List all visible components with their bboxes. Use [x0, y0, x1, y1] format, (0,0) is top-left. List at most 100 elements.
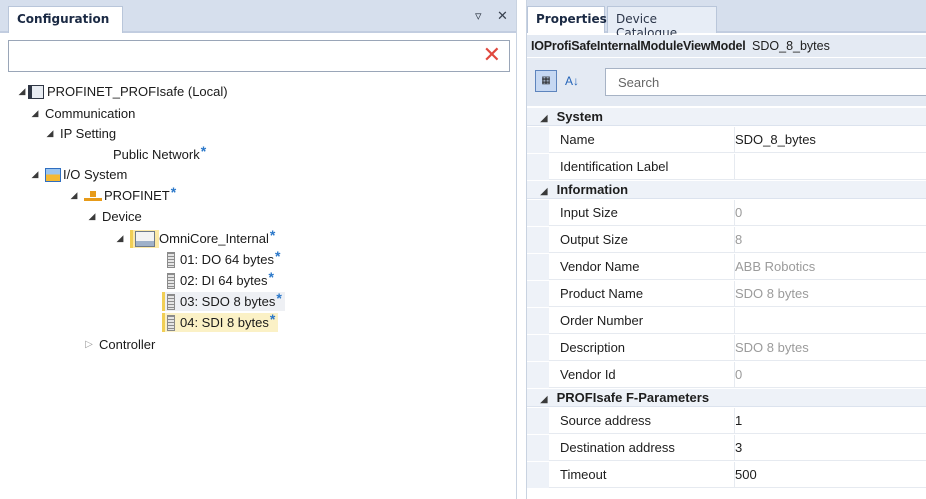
- tree-node-communication[interactable]: ◢ Communication: [29, 104, 136, 123]
- tree-node-label: PROFINET: [104, 188, 170, 203]
- pane-menu-icon[interactable]: ▿: [475, 9, 482, 24]
- close-icon[interactable]: ✕: [497, 9, 508, 24]
- property-value[interactable]: 3: [734, 435, 926, 461]
- tree-node-label: Device: [102, 209, 142, 224]
- profinet-network-icon: [84, 190, 102, 201]
- property-search-box: [605, 68, 926, 96]
- tree-node-station[interactable]: ◢ PROFINET_PROFIsafe (Local): [16, 82, 228, 101]
- collapse-icon[interactable]: ◢: [29, 104, 41, 123]
- property-name: Description: [560, 340, 626, 355]
- collapse-icon[interactable]: ◢: [535, 182, 553, 200]
- modified-star: *: [268, 269, 274, 285]
- property-row-destination-address[interactable]: Destination address 3: [527, 435, 926, 461]
- property-value[interactable]: [734, 154, 926, 180]
- properties-toolbar: ▦ A↓: [527, 58, 926, 106]
- tree-node-label: Public Network: [113, 147, 200, 162]
- configuration-panel: Configuration ▿ ✕ ✕ ◢ PROFINET_PROFIsafe…: [0, 0, 517, 499]
- property-value: SDO 8 bytes: [734, 335, 926, 361]
- property-value[interactable]: 500: [734, 462, 926, 488]
- object-name-label: SDO_8_bytes: [752, 39, 830, 53]
- tree-search-input[interactable]: [9, 41, 469, 69]
- tree-node-label: 02: DI 64 bytes: [180, 273, 268, 288]
- collapse-icon[interactable]: ◢: [535, 390, 553, 408]
- module-icon: [167, 293, 175, 310]
- category-label: Information: [556, 182, 629, 197]
- tree-node-module-di64[interactable]: 02: DI 64 bytes *: [167, 269, 274, 290]
- property-row-input-size[interactable]: Input Size 0: [527, 200, 926, 226]
- modified-star: *: [276, 290, 282, 306]
- row-gutter: [527, 335, 549, 361]
- collapse-icon[interactable]: ◢: [16, 82, 28, 101]
- tree-node-public-network[interactable]: Public Network *: [113, 143, 206, 164]
- io-system-icon: [45, 167, 61, 182]
- module-icon: [167, 272, 175, 289]
- collapse-icon[interactable]: ◢: [535, 109, 553, 127]
- property-name: Destination address: [560, 440, 675, 455]
- sort-alphabetical-icon[interactable]: A↓: [561, 70, 583, 92]
- tree-node-controller[interactable]: ▷ Controller: [83, 335, 155, 354]
- row-gutter: [527, 408, 549, 434]
- tree-node-label: PROFINET_PROFIsafe (Local): [47, 84, 228, 99]
- category-information[interactable]: ◢ Information: [527, 181, 926, 199]
- property-row-product-name[interactable]: Product Name SDO 8 bytes: [527, 281, 926, 307]
- row-gutter: [527, 127, 549, 153]
- property-row-vendor-id[interactable]: Vendor Id 0: [527, 362, 926, 388]
- property-row-source-address[interactable]: Source address 1: [527, 408, 926, 434]
- tab-configuration[interactable]: Configuration: [8, 6, 123, 33]
- tree-node-module-do64[interactable]: 01: DO 64 bytes *: [167, 248, 280, 269]
- property-name: Source address: [560, 413, 652, 428]
- category-system[interactable]: ◢ System: [527, 108, 926, 126]
- property-name: Output Size: [560, 232, 628, 247]
- property-name: Vendor Id: [560, 367, 616, 382]
- property-row-order-number[interactable]: Order Number: [527, 308, 926, 334]
- property-row-name[interactable]: Name SDO_8_bytes: [527, 127, 926, 153]
- property-search-input[interactable]: [606, 69, 916, 95]
- controller-station-icon: [28, 84, 44, 99]
- tree-node-module-sdo8[interactable]: 03: SDO 8 bytes *: [162, 290, 285, 311]
- collapse-icon[interactable]: ◢: [29, 165, 41, 184]
- property-value[interactable]: SDO_8_bytes: [734, 127, 926, 153]
- row-gutter: [527, 154, 549, 180]
- property-name: Order Number: [560, 313, 644, 328]
- modified-star: *: [269, 227, 276, 243]
- tab-device-catalogue[interactable]: Device Catalogue: [607, 6, 717, 40]
- row-gutter: [527, 227, 549, 253]
- tree-node-label: Controller: [99, 337, 156, 352]
- row-gutter: [527, 254, 549, 280]
- property-name: Name: [560, 132, 595, 147]
- clear-search-icon[interactable]: ✕: [483, 44, 501, 68]
- collapse-icon[interactable]: ◢: [114, 229, 126, 248]
- tab-properties[interactable]: Properties: [527, 6, 607, 33]
- collapse-icon[interactable]: ◢: [44, 124, 56, 143]
- tree-node-label: OmniCore_Internal: [159, 231, 269, 246]
- tree-node-ip-setting[interactable]: ◢ IP Setting: [44, 124, 117, 143]
- property-row-description[interactable]: Description SDO 8 bytes: [527, 335, 926, 361]
- device-icon: [135, 230, 155, 247]
- row-gutter: [527, 281, 549, 307]
- tree-node-omnicore-internal[interactable]: ◢ OmniCore_Internal *: [114, 227, 276, 248]
- tree-node-device[interactable]: ◢ Device: [86, 207, 142, 226]
- modified-star: *: [170, 184, 177, 200]
- property-name: Timeout: [560, 467, 607, 482]
- collapse-icon[interactable]: ◢: [68, 186, 80, 205]
- property-value: 8: [734, 227, 926, 253]
- category-profisafe-f-parameters[interactable]: ◢ PROFIsafe F-Parameters: [527, 389, 926, 407]
- property-row-timeout[interactable]: Timeout 500: [527, 462, 926, 488]
- property-name: Vendor Name: [560, 259, 640, 274]
- module-icon: [167, 251, 175, 268]
- collapse-icon[interactable]: ◢: [86, 207, 98, 226]
- property-row-vendor-name[interactable]: Vendor Name ABB Robotics: [527, 254, 926, 280]
- expand-icon[interactable]: ▷: [83, 335, 95, 354]
- property-value[interactable]: 1: [734, 408, 926, 434]
- tree-node-profinet[interactable]: ◢ PROFINET *: [68, 184, 177, 205]
- property-value: 0: [734, 362, 926, 388]
- property-value: 0: [734, 200, 926, 226]
- property-row-identification-label[interactable]: Identification Label: [527, 154, 926, 180]
- tree-node-io-system[interactable]: ◢ I/O System: [29, 165, 128, 184]
- category-label: PROFIsafe F-Parameters: [556, 390, 710, 405]
- property-row-output-size[interactable]: Output Size 8: [527, 227, 926, 253]
- row-gutter: [527, 200, 549, 226]
- tree-node-module-sdi8[interactable]: 04: SDI 8 bytes *: [162, 311, 279, 332]
- categorized-view-icon[interactable]: ▦: [535, 70, 557, 92]
- tree-node-label: 01: DO 64 bytes: [180, 252, 274, 267]
